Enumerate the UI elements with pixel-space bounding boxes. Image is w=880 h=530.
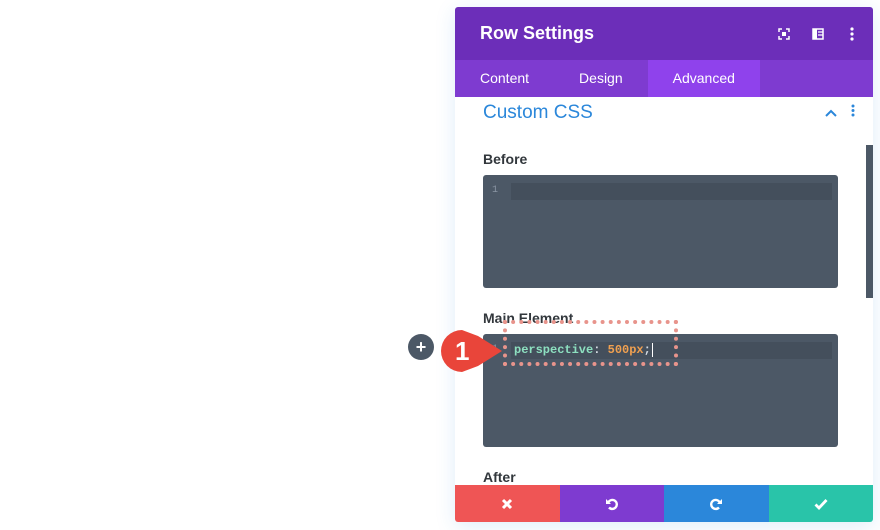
before-label: Before (483, 151, 528, 167)
step-badge: 1 (440, 328, 506, 379)
tab-bar: Content Design Advanced (455, 60, 873, 97)
panel-title: Row Settings (480, 23, 595, 43)
line-number: 1 (492, 185, 499, 196)
check-icon (814, 498, 828, 510)
redo-button[interactable] (664, 485, 769, 522)
active-line (511, 183, 832, 200)
panel-header: Row Settings (455, 7, 873, 60)
split-view-icon[interactable] (801, 7, 835, 60)
undo-button[interactable] (559, 485, 664, 522)
before-css-editor[interactable]: 1 (483, 175, 838, 288)
annotation-highlight-box (503, 320, 678, 366)
tab-design[interactable]: Design (554, 60, 648, 97)
undo-icon (605, 498, 618, 510)
footer-actions (455, 485, 873, 522)
after-label: After (483, 469, 516, 485)
custom-css-section-header[interactable]: Custom CSS (455, 97, 873, 129)
tab-content[interactable]: Content (455, 60, 554, 97)
fullscreen-icon[interactable] (767, 7, 801, 60)
step-number: 1 (455, 336, 470, 366)
section-options-icon[interactable] (851, 104, 855, 122)
cancel-button[interactable] (455, 485, 560, 522)
tab-advanced[interactable]: Advanced (647, 60, 760, 97)
save-button[interactable] (768, 485, 873, 522)
row-settings-panel: Row Settings Content Design Advanced Cus… (455, 7, 873, 522)
redo-icon (710, 498, 723, 510)
scrollbar[interactable] (866, 145, 873, 298)
panel-body: Custom CSS Before 1 Main Element 1 persp… (455, 97, 873, 485)
close-icon (502, 498, 513, 509)
more-options-icon[interactable] (835, 7, 869, 60)
chevron-up-icon[interactable] (825, 104, 837, 122)
add-row-button[interactable]: + (408, 334, 434, 360)
section-title: Custom CSS (483, 102, 593, 123)
